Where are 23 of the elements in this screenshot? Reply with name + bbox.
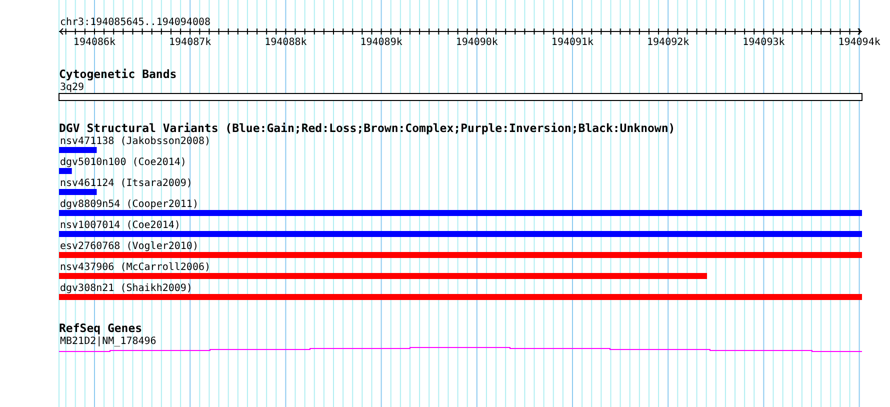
gene-label: MB21D2|NM_178496: [60, 336, 156, 347]
tick-label: 194089k: [360, 37, 402, 48]
tick-label: 194091k: [551, 37, 594, 48]
variant-label: esv2760768 (Vogler2010): [60, 241, 198, 252]
band-label: 3q29: [60, 82, 84, 93]
tick-label: 194092k: [647, 37, 690, 48]
variant-label: nsv471138 (Jakobsson2008): [60, 136, 211, 147]
track-title: DGV Structural Variants (Blue:Gain;Red:Loss;Brown:Complex;Purple:Inversion;Black:Unknown): [59, 121, 676, 135]
variant-label: nsv437906 (McCarroll2006): [60, 262, 211, 273]
location-label: chr3:194085645..194094008: [60, 17, 211, 28]
tick-label: 194088k: [264, 37, 307, 48]
variant-label: nsv461124 (Itsara2009): [60, 178, 192, 189]
variant-label: dgv308n21 (Shaikh2009): [60, 283, 192, 294]
variant-label: dgv8809n54 (Cooper2011): [60, 199, 198, 210]
track-title: Cytogenetic Bands: [59, 67, 177, 81]
tick-label: 194094k: [838, 37, 880, 48]
tick-label: 194090k: [456, 37, 498, 48]
tick-label: 194087k: [169, 37, 212, 48]
variant-label: dgv5010n100 (Coe2014): [60, 157, 186, 168]
tick-label: 194093k: [742, 37, 785, 48]
track-title: RefSeq Genes: [59, 321, 142, 335]
variant-label: nsv1007014 (Coe2014): [60, 220, 180, 231]
tick-label: 194086k: [73, 37, 116, 48]
